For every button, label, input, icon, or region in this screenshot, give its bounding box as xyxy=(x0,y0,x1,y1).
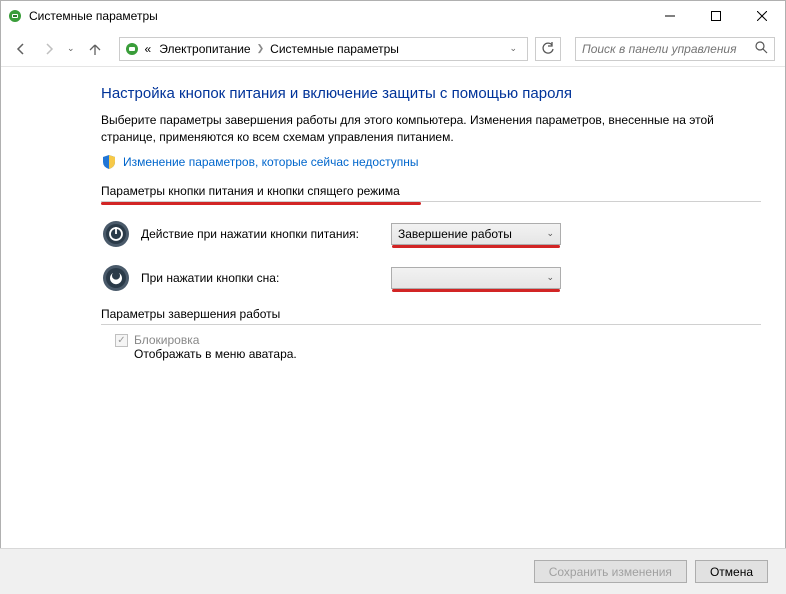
breadcrumb-seg2[interactable]: Системные параметры xyxy=(267,42,402,56)
power-button-action-value: Завершение работы xyxy=(398,227,512,241)
breadcrumb-prefix: « xyxy=(142,42,155,56)
window-controls xyxy=(647,1,785,31)
chevron-down-icon: ⌄ xyxy=(546,228,554,239)
power-button-action-dropdown[interactable]: Завершение работы ⌄ xyxy=(391,223,561,245)
address-dropdown-icon[interactable]: ⌄ xyxy=(509,43,517,54)
maximize-button[interactable] xyxy=(693,1,739,31)
sleep-button-action-row: При нажатии кнопки сна: ⌄ xyxy=(101,263,761,293)
search-box[interactable] xyxy=(575,37,775,61)
minimize-button[interactable] xyxy=(647,1,693,31)
address-bar[interactable]: « Электропитание ❯ Системные параметры ⌄ xyxy=(119,37,528,61)
lock-checkbox-row: ✓ Блокировка Отображать в меню аватара. xyxy=(115,333,761,361)
navbar: ⌄ « Электропитание ❯ Системные параметры… xyxy=(1,31,785,67)
page-heading: Настройка кнопок питания и включение защ… xyxy=(101,85,761,102)
shield-icon xyxy=(101,154,117,170)
titlebar: Системные параметры xyxy=(1,1,785,31)
lock-checkbox-title: Блокировка xyxy=(134,333,297,347)
power-options-icon xyxy=(124,41,140,57)
search-input[interactable] xyxy=(582,42,755,56)
back-button[interactable] xyxy=(11,39,31,59)
section-shutdown-header: Параметры завершения работы xyxy=(101,307,761,325)
sleep-icon xyxy=(101,263,131,293)
close-button[interactable] xyxy=(739,1,785,31)
annotation-underline xyxy=(392,289,560,292)
sleep-button-action-label: При нажатии кнопки сна: xyxy=(141,271,381,285)
breadcrumb-seg1[interactable]: Электропитание xyxy=(156,42,253,56)
content-panel: Настройка кнопок питания и включение защ… xyxy=(1,67,785,361)
change-settings-label: Изменение параметров, которые сейчас нед… xyxy=(123,155,419,169)
search-icon[interactable] xyxy=(755,41,768,57)
window-title: Системные параметры xyxy=(29,9,158,23)
cancel-button[interactable]: Отмена xyxy=(695,560,768,583)
lock-checkbox-desc: Отображать в меню аватара. xyxy=(134,347,297,361)
up-button[interactable] xyxy=(85,39,105,59)
annotation-underline xyxy=(392,245,560,248)
power-options-icon xyxy=(7,8,23,24)
change-settings-link[interactable]: Изменение параметров, которые сейчас нед… xyxy=(101,154,761,170)
power-button-action-label: Действие при нажатии кнопки питания: xyxy=(141,227,381,241)
refresh-button[interactable] xyxy=(535,37,561,61)
annotation-underline xyxy=(101,202,421,205)
recent-dropdown-icon[interactable]: ⌄ xyxy=(67,43,75,54)
forward-button[interactable] xyxy=(39,39,59,59)
footer: Сохранить изменения Отмена xyxy=(0,548,786,594)
page-description: Выберите параметры завершения работы для… xyxy=(101,112,761,146)
section-power-buttons-header: Параметры кнопки питания и кнопки спящег… xyxy=(101,184,761,202)
breadcrumb-sep-icon[interactable]: ❯ xyxy=(256,43,266,54)
power-button-action-row: Действие при нажатии кнопки питания: Зав… xyxy=(101,219,761,249)
save-button[interactable]: Сохранить изменения xyxy=(534,560,687,583)
lock-checkbox[interactable]: ✓ xyxy=(115,334,128,347)
chevron-down-icon: ⌄ xyxy=(546,272,554,283)
power-icon xyxy=(101,219,131,249)
sleep-button-action-dropdown[interactable]: ⌄ xyxy=(391,267,561,289)
